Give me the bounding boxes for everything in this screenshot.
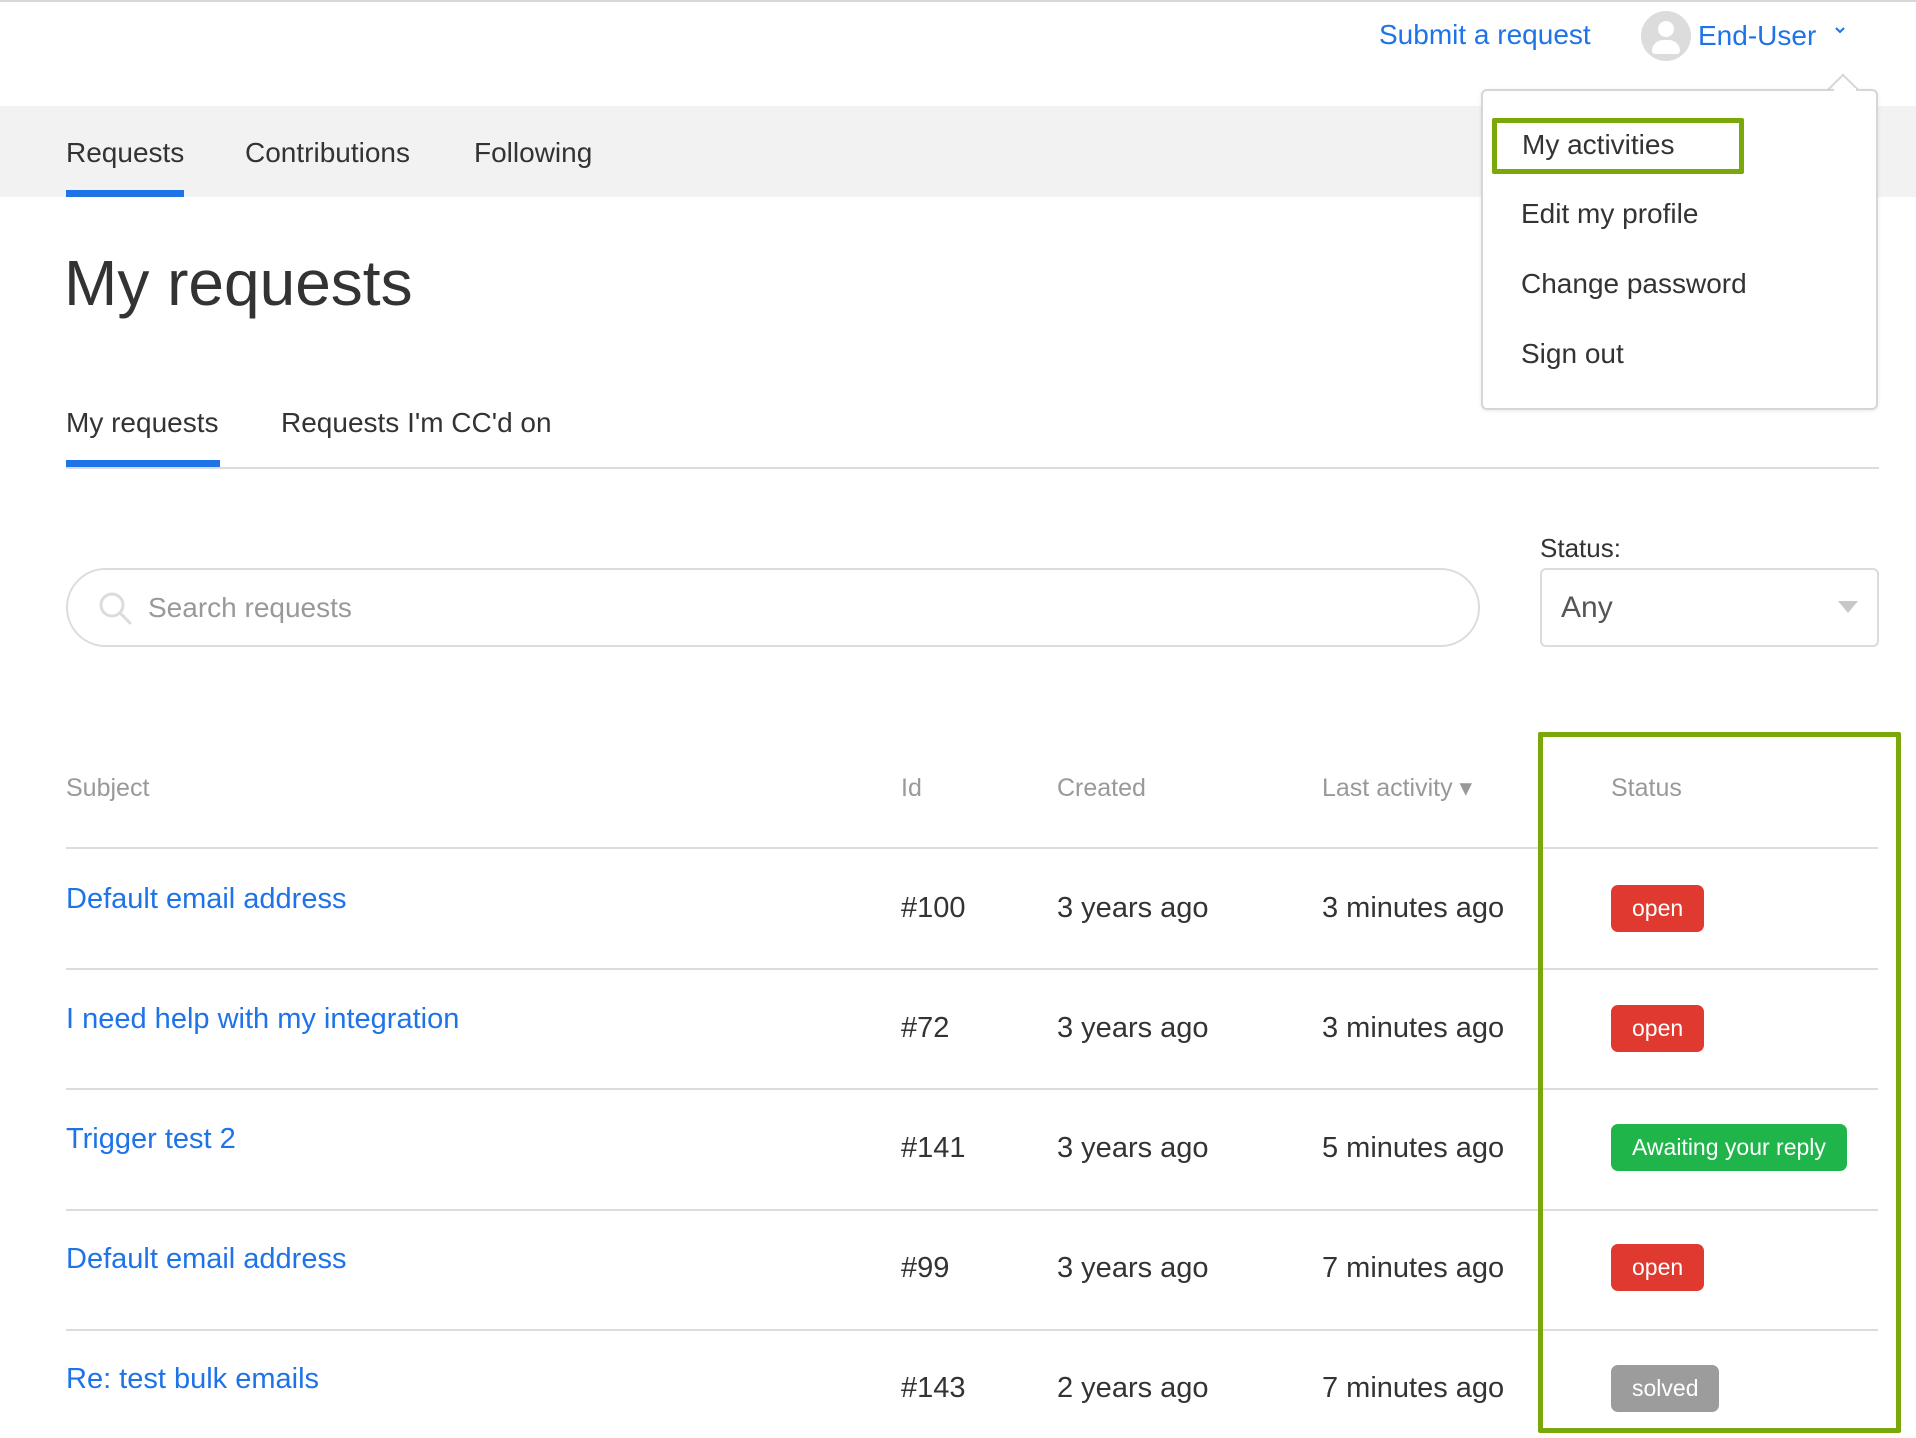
page-title: My requests: [64, 247, 413, 319]
request-subject-link[interactable]: I need help with my integration: [66, 1001, 459, 1037]
user-avatar-icon[interactable]: [1641, 11, 1691, 61]
subtab-my-requests[interactable]: My requests: [66, 406, 219, 440]
search-icon: [99, 592, 132, 625]
request-id: #143: [901, 1372, 966, 1404]
search-input[interactable]: [148, 586, 1448, 630]
subtab-cc-requests[interactable]: Requests I'm CC'd on: [281, 406, 552, 440]
request-created: 3 years ago: [1057, 1252, 1209, 1284]
nav-tab-following[interactable]: Following: [474, 136, 592, 170]
menu-item-my-activities[interactable]: My activities: [1522, 128, 1674, 162]
row-divider: [66, 968, 1878, 970]
request-last-activity: 3 minutes ago: [1322, 1012, 1505, 1044]
request-id: #100: [901, 892, 966, 924]
subtab-active-indicator: [66, 460, 220, 467]
request-last-activity: 5 minutes ago: [1322, 1132, 1505, 1164]
request-id: #99: [901, 1252, 950, 1284]
submit-request-link[interactable]: Submit a request: [1379, 18, 1591, 52]
request-last-activity: 3 minutes ago: [1322, 892, 1505, 924]
request-subject-link[interactable]: Default email address: [66, 1241, 346, 1277]
avatar-head-shape: [1658, 21, 1674, 37]
status-badge: solved: [1611, 1365, 1720, 1412]
column-header-id: Id: [901, 774, 922, 802]
caret-down-icon: [1838, 601, 1858, 613]
dropdown-caret-mask: [1834, 88, 1856, 94]
row-divider: [66, 1209, 1878, 1211]
status-badge: open: [1611, 1244, 1705, 1291]
menu-item-change-password[interactable]: Change password: [1521, 267, 1747, 301]
status-column-highlight: [1538, 732, 1901, 1433]
row-divider: [66, 1088, 1878, 1090]
request-last-activity: 7 minutes ago: [1322, 1252, 1505, 1284]
user-menu-toggle[interactable]: End-User: [1698, 19, 1816, 53]
request-id: #72: [901, 1012, 950, 1044]
request-id: #141: [901, 1132, 966, 1164]
request-created: 3 years ago: [1057, 892, 1209, 924]
status-filter-value: Any: [1561, 591, 1613, 624]
status-filter-label: Status:: [1540, 533, 1621, 563]
request-created: 3 years ago: [1057, 1132, 1209, 1164]
column-header-last-activity[interactable]: Last activity ▾: [1322, 772, 1472, 804]
column-header-subject: Subject: [66, 774, 150, 802]
nav-tab-contributions[interactable]: Contributions: [245, 136, 410, 170]
chevron-down-icon[interactable]: [1834, 24, 1846, 36]
request-last-activity: 7 minutes ago: [1322, 1372, 1505, 1404]
column-header-created: Created: [1057, 774, 1146, 802]
request-created: 3 years ago: [1057, 1012, 1209, 1044]
row-divider: [66, 1329, 1878, 1331]
request-subject-link[interactable]: Default email address: [66, 881, 346, 917]
nav-tab-requests[interactable]: Requests: [66, 136, 184, 170]
status-badge: Awaiting your reply: [1611, 1124, 1847, 1171]
request-subject-link[interactable]: Trigger test 2: [66, 1121, 236, 1157]
avatar-body-shape: [1652, 40, 1680, 54]
subtab-divider: [66, 467, 1879, 469]
menu-item-edit-profile[interactable]: Edit my profile: [1521, 197, 1698, 231]
request-subject-link[interactable]: Re: test bulk emails: [66, 1361, 319, 1397]
status-badge: open: [1611, 1005, 1705, 1052]
status-badge: open: [1611, 885, 1705, 932]
table-header-divider: [66, 847, 1878, 849]
top-border: [0, 0, 1916, 2]
request-created: 2 years ago: [1057, 1372, 1209, 1404]
column-header-status: Status: [1611, 774, 1682, 802]
menu-item-sign-out[interactable]: Sign out: [1521, 337, 1624, 371]
nav-active-indicator: [66, 190, 184, 197]
